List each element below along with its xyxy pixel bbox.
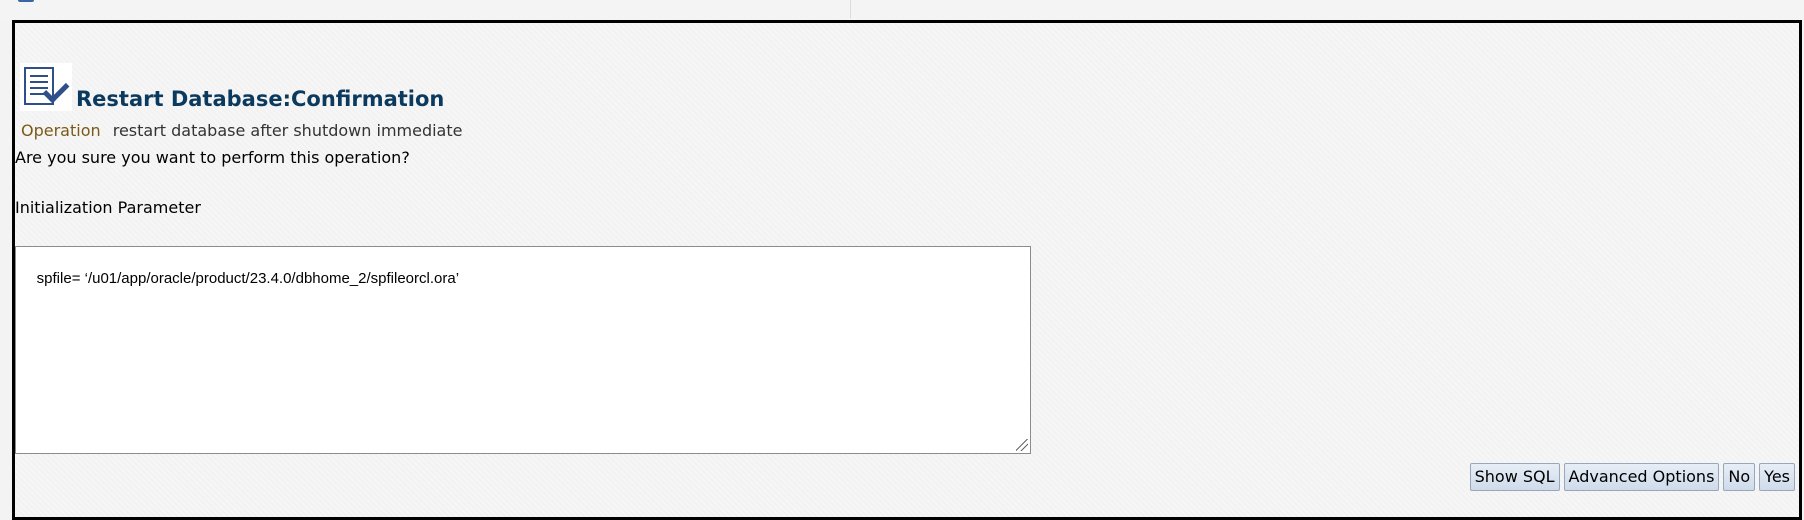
initialization-parameter-textarea[interactable]: spfile= ‘/u01/app/oracle/product/23.4.0/… <box>15 246 1031 454</box>
page-title: Restart Database:Confirmation <box>76 87 445 111</box>
advanced-options-button[interactable]: Advanced Options <box>1563 463 1720 491</box>
show-sql-button[interactable]: Show SQL <box>1469 463 1560 491</box>
top-strip-divider <box>850 0 851 18</box>
no-button[interactable]: No <box>1723 463 1756 491</box>
textarea-resize-handle[interactable] <box>1016 439 1028 451</box>
initialization-parameter-label: Initialization Parameter <box>15 198 201 217</box>
partial-nav-icon <box>18 0 34 2</box>
confirmation-panel: Restart Database:Confirmation Operation … <box>12 20 1802 520</box>
dialog-buttons: Show SQL Advanced Options No Yes <box>1469 463 1795 491</box>
top-strip <box>0 0 1804 20</box>
confirmation-question: Are you sure you want to perform this op… <box>15 148 410 167</box>
initialization-parameter-value: spfile= ‘/u01/app/oracle/product/23.4.0/… <box>36 270 460 287</box>
dialog-header: Restart Database:Confirmation <box>20 63 444 111</box>
operation-value: restart database after shutdown immediat… <box>112 121 463 140</box>
operation-label: Operation <box>21 121 101 140</box>
confirmation-document-check-icon <box>20 63 72 111</box>
operation-row: Operation restart database after shutdow… <box>21 121 462 140</box>
yes-button[interactable]: Yes <box>1759 463 1795 491</box>
